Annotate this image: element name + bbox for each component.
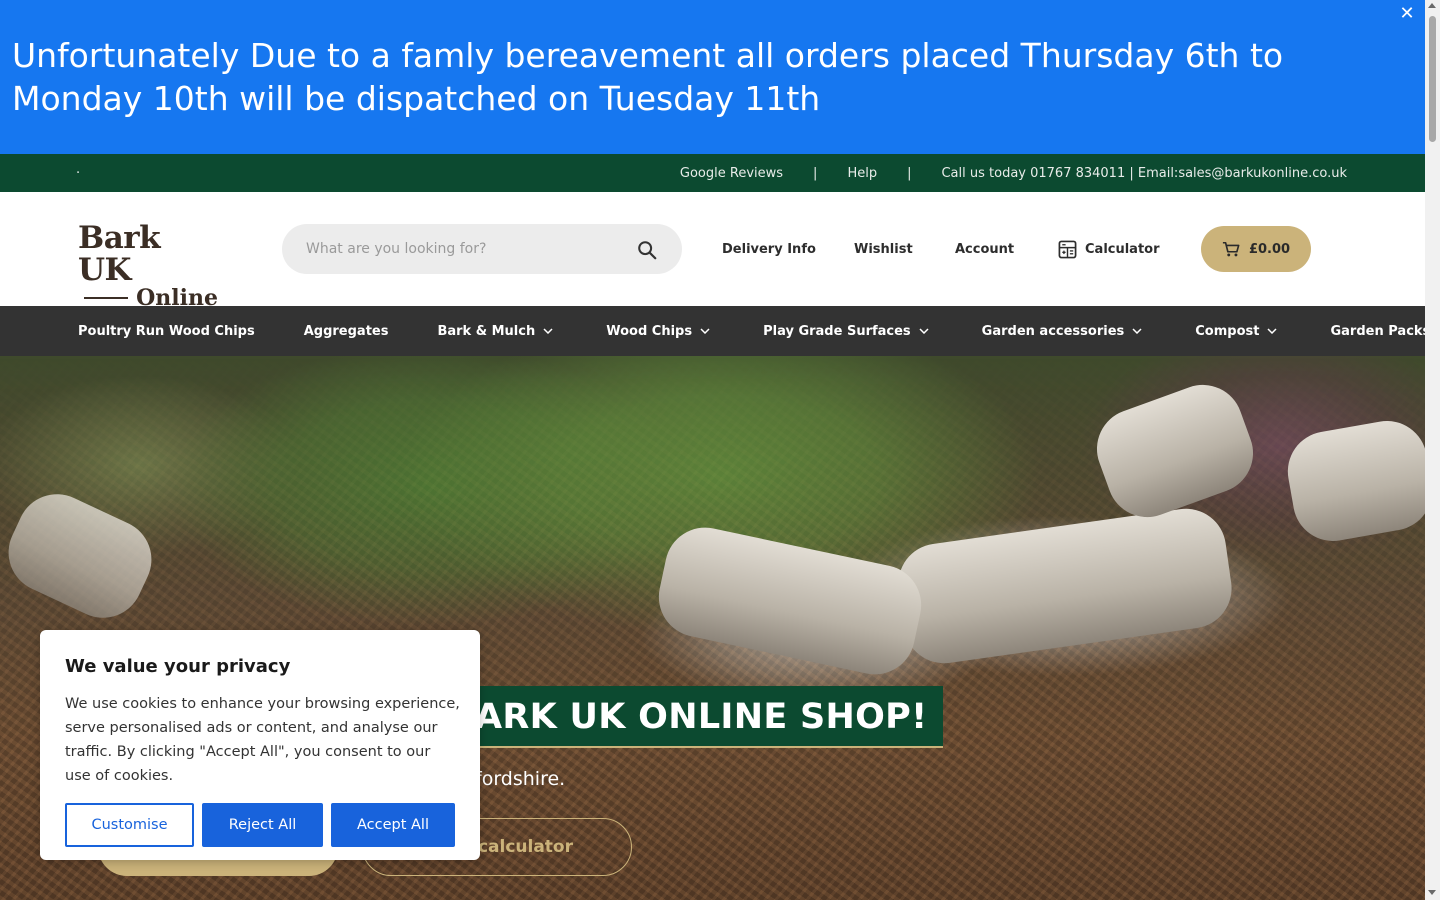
announcement-text: Unfortunately Due to a famly bereavement… — [12, 36, 1284, 118]
top-bar: . Google Reviews | Help | Call us today … — [0, 154, 1425, 192]
contact-info[interactable]: Call us today 01767 834011 | Email:sales… — [941, 166, 1347, 181]
wishlist-link[interactable]: Wishlist — [854, 192, 913, 306]
chevron-down-icon — [1132, 328, 1142, 334]
search-icon[interactable] — [636, 239, 658, 261]
nav-item-label: Garden Packs — [1330, 323, 1431, 339]
cart-icon — [1222, 241, 1240, 256]
chevron-down-icon — [700, 328, 710, 334]
site-logo[interactable]: Bark UK Online — [78, 222, 218, 310]
nav-item-label: Aggregates — [303, 323, 389, 339]
nav-item-label: Poultry Run Wood Chips — [78, 323, 255, 339]
nav-item-label: Bark & Mulch — [437, 323, 536, 339]
chevron-down-icon — [919, 328, 929, 334]
site-header: Bark UK Online Delivery Info Wishlist Ac… — [0, 192, 1425, 310]
topbar-dot: . — [76, 162, 81, 177]
logo-rule — [84, 297, 129, 299]
announcement-bar: Unfortunately Due to a famly bereavement… — [0, 0, 1425, 154]
hero-heading: ARK UK ONLINE SHOP! — [445, 686, 944, 748]
customise-button[interactable]: Customise — [65, 803, 194, 847]
nav-item-label: Garden accessories — [981, 323, 1125, 339]
search-bar — [282, 224, 682, 274]
page-scrollbar[interactable] — [1425, 0, 1440, 900]
logo-text-top: Bark UK — [78, 220, 161, 288]
cookie-body: We use cookies to enhance your browsing … — [65, 696, 460, 784]
accept-all-button[interactable]: Accept All — [331, 803, 455, 847]
scroll-down-arrow-icon[interactable] — [1428, 890, 1436, 895]
nav-item-label: Wood Chips — [606, 323, 693, 339]
reject-all-button[interactable]: Reject All — [202, 803, 323, 847]
calculator-label: Calculator — [1085, 241, 1160, 257]
google-reviews-link[interactable]: Google Reviews — [680, 166, 783, 181]
calculator-icon — [1058, 240, 1077, 258]
nav-item-label: Compost — [1195, 323, 1260, 339]
cart-total: £0.00 — [1248, 241, 1291, 257]
nav-item-compost[interactable]: Compost — [1195, 323, 1278, 339]
nav-item-label: Play Grade Surfaces — [763, 323, 911, 339]
scroll-up-arrow-icon[interactable] — [1428, 3, 1436, 8]
topbar-separator: | — [813, 165, 818, 181]
nav-item-aggregates[interactable]: Aggregates — [304, 324, 389, 339]
nav-item-wood-chips[interactable]: Wood Chips — [606, 324, 710, 339]
nav-item-garden-accessories[interactable]: Garden accessories — [982, 324, 1143, 339]
delivery-info-link[interactable]: Delivery Info — [722, 192, 816, 306]
close-icon[interactable]: ✕ — [1397, 4, 1417, 24]
hero-subtitle: fordshire. — [475, 768, 566, 790]
nav-item-play-grade-surfaces[interactable]: Play Grade Surfaces — [763, 324, 929, 339]
main-navigation: Poultry Run Wood Chips Aggregates Bark &… — [0, 306, 1440, 356]
account-link[interactable]: Account — [955, 192, 1014, 306]
nav-item-garden-packs[interactable]: Garden Packs — [1330, 324, 1440, 339]
cart-button[interactable]: £0.00 — [1201, 226, 1311, 272]
chevron-down-icon — [543, 328, 553, 334]
nav-item-bark-mulch[interactable]: Bark & Mulch — [437, 324, 553, 339]
cookie-title: We value your privacy — [65, 656, 291, 677]
calculator-link[interactable]: Calculator — [1058, 192, 1160, 306]
search-input[interactable] — [306, 224, 636, 274]
nav-item-poultry-run-wood-chips[interactable]: Poultry Run Wood Chips — [78, 324, 255, 339]
help-link[interactable]: Help — [847, 166, 877, 181]
scrollbar-thumb[interactable] — [1429, 16, 1436, 142]
topbar-separator: | — [907, 165, 912, 181]
chevron-down-icon — [1267, 328, 1278, 334]
topbar-links: Google Reviews | Help | Call us today 01… — [680, 154, 1347, 192]
cookie-consent-dialog: We value your privacy We use cookies to … — [40, 630, 480, 860]
